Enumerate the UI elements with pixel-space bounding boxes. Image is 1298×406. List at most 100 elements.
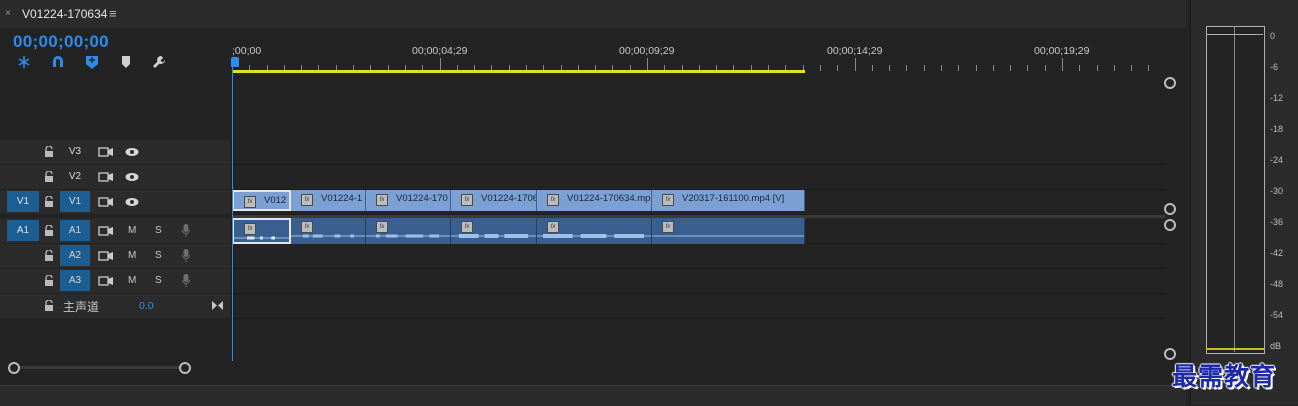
sync-lock-icon[interactable] [98,225,114,237]
db-scale-label: -18 [1270,124,1284,134]
db-scale-label: -24 [1270,155,1284,165]
add-marker-icon[interactable] [83,53,101,71]
video-clip[interactable]: fx V01224-170 [366,190,451,211]
work-area-bar[interactable] [233,70,805,73]
track-header-v1: V1 V1 [0,190,230,215]
lock-icon[interactable] [44,250,54,262]
video-scroll-knob[interactable] [1164,203,1176,215]
microphone-icon[interactable] [182,274,190,287]
meter-channel-divider [1234,26,1235,352]
playhead-handle[interactable] [231,57,239,67]
mute-button[interactable]: M [128,250,136,261]
panel-menu-button[interactable]: ≡ [109,6,117,21]
video-clip[interactable]: fx V01224-170634.mp [537,190,652,211]
clip-label: V01224-1706 [481,193,537,204]
track-lane-a3[interactable] [232,269,1165,294]
horizontal-zoom-scrollbar[interactable] [14,366,185,369]
lock-icon[interactable] [44,146,54,158]
solo-button[interactable]: S [155,250,162,261]
solo-button[interactable]: S [155,275,162,286]
track-target-a3[interactable]: A3 [60,270,90,291]
empty-track-area [232,74,1165,138]
lock-icon[interactable] [44,171,54,183]
clip-label: V01224-170634.mp [567,193,651,204]
microphone-icon[interactable] [182,224,190,237]
track-lane-v2[interactable] [232,165,1165,190]
audio-clip[interactable]: fx [652,218,805,244]
ruler-label: 00;00;04;29 [412,45,468,57]
meter-clip-indicator[interactable] [1206,34,1263,35]
eye-icon[interactable] [125,172,139,182]
track-target-a2[interactable]: A2 [60,245,90,266]
waveform [451,234,536,238]
fx-badge: fx [244,196,256,208]
clip-label: V20317-161100.mp4 [V] [682,193,785,204]
marker-icon[interactable] [117,53,135,71]
eye-icon[interactable] [125,147,139,157]
track-header-v3: V3 [0,140,230,165]
sync-lock-icon[interactable] [98,146,114,158]
track-target-v3[interactable]: V3 [60,141,90,162]
fx-badge: fx [662,194,674,206]
track-lane-v1[interactable]: fx V012 fx V01224-1 fx V01224-170 fx V01… [232,190,1165,215]
video-clip[interactable]: fx V20317-161100.mp4 [V] [652,190,805,211]
lock-icon[interactable] [44,275,54,287]
fx-badge: fx [461,194,473,206]
audio-clip[interactable]: fx [451,218,537,244]
db-scale-label: -54 [1270,310,1284,320]
audio-clip[interactable]: fx [232,218,291,244]
master-track-label: 主声道 [63,300,100,314]
waveform [234,236,289,240]
fx-badge: fx [376,194,388,206]
track-target-v2[interactable]: V2 [60,166,90,187]
lock-icon[interactable] [44,300,54,312]
audio-clip[interactable]: fx [291,218,366,244]
audio-clip[interactable]: fx [366,218,451,244]
go-to-edit-point-icon[interactable] [212,301,223,310]
track-header-a3: A3 M S [0,269,230,294]
playhead-line[interactable] [232,66,233,361]
track-target-a1[interactable]: A1 [60,220,90,241]
video-clip[interactable]: fx V01224-1706 [451,190,537,211]
time-ruler[interactable]: ;00;00 00;00;04;29 00;00;09;29 00;00;14;… [232,40,1167,74]
solo-button[interactable]: S [155,225,162,236]
track-header-a2: A2 M S [0,244,230,269]
track-lane-a2[interactable] [232,244,1165,269]
playhead-timecode[interactable]: 00;00;00;00 [13,32,109,52]
linked-selection-icon[interactable] [49,53,67,71]
audio-meter [1206,26,1265,354]
wrench-icon[interactable] [150,53,168,71]
db-scale-label: -6 [1270,62,1279,72]
video-clip[interactable]: fx V012 [232,190,291,211]
track-header-a1: A1 A1 M S [0,218,230,244]
track-target-v1[interactable]: V1 [60,191,90,212]
master-volume-value[interactable]: 0.0 [139,300,154,312]
audio-scroll-knob[interactable] [1164,219,1176,231]
close-tab-button[interactable]: × [5,8,11,19]
db-scale-label: -42 [1270,248,1284,258]
snap-icon[interactable] [15,53,33,71]
video-scroll-knob[interactable] [1164,77,1176,89]
sync-lock-icon[interactable] [98,250,114,262]
eye-icon[interactable] [125,197,139,207]
zoom-handle-left[interactable] [8,362,20,374]
track-lane-a1[interactable]: fx fx fx fx fx fx [232,218,1165,244]
zoom-handle-right[interactable] [179,362,191,374]
microphone-icon[interactable] [182,249,190,262]
track-lane-v3[interactable] [232,140,1165,165]
ruler-label: 00;00;19;29 [1034,45,1090,57]
mute-button[interactable]: M [128,275,136,286]
sync-lock-icon[interactable] [98,171,114,183]
sync-lock-icon[interactable] [98,196,114,208]
lock-icon[interactable] [44,225,54,237]
waveform [366,234,450,238]
source-patch-a1[interactable]: A1 [7,220,39,241]
audio-clip[interactable]: fx [537,218,652,244]
sequence-tab-title[interactable]: V01224-170634 [22,7,107,21]
video-clip[interactable]: fx V01224-1 [291,190,366,211]
sync-lock-icon[interactable] [98,275,114,287]
source-patch-v1[interactable]: V1 [7,191,39,212]
track-lane-master[interactable] [232,294,1165,319]
mute-button[interactable]: M [128,225,136,236]
lock-icon[interactable] [44,196,54,208]
